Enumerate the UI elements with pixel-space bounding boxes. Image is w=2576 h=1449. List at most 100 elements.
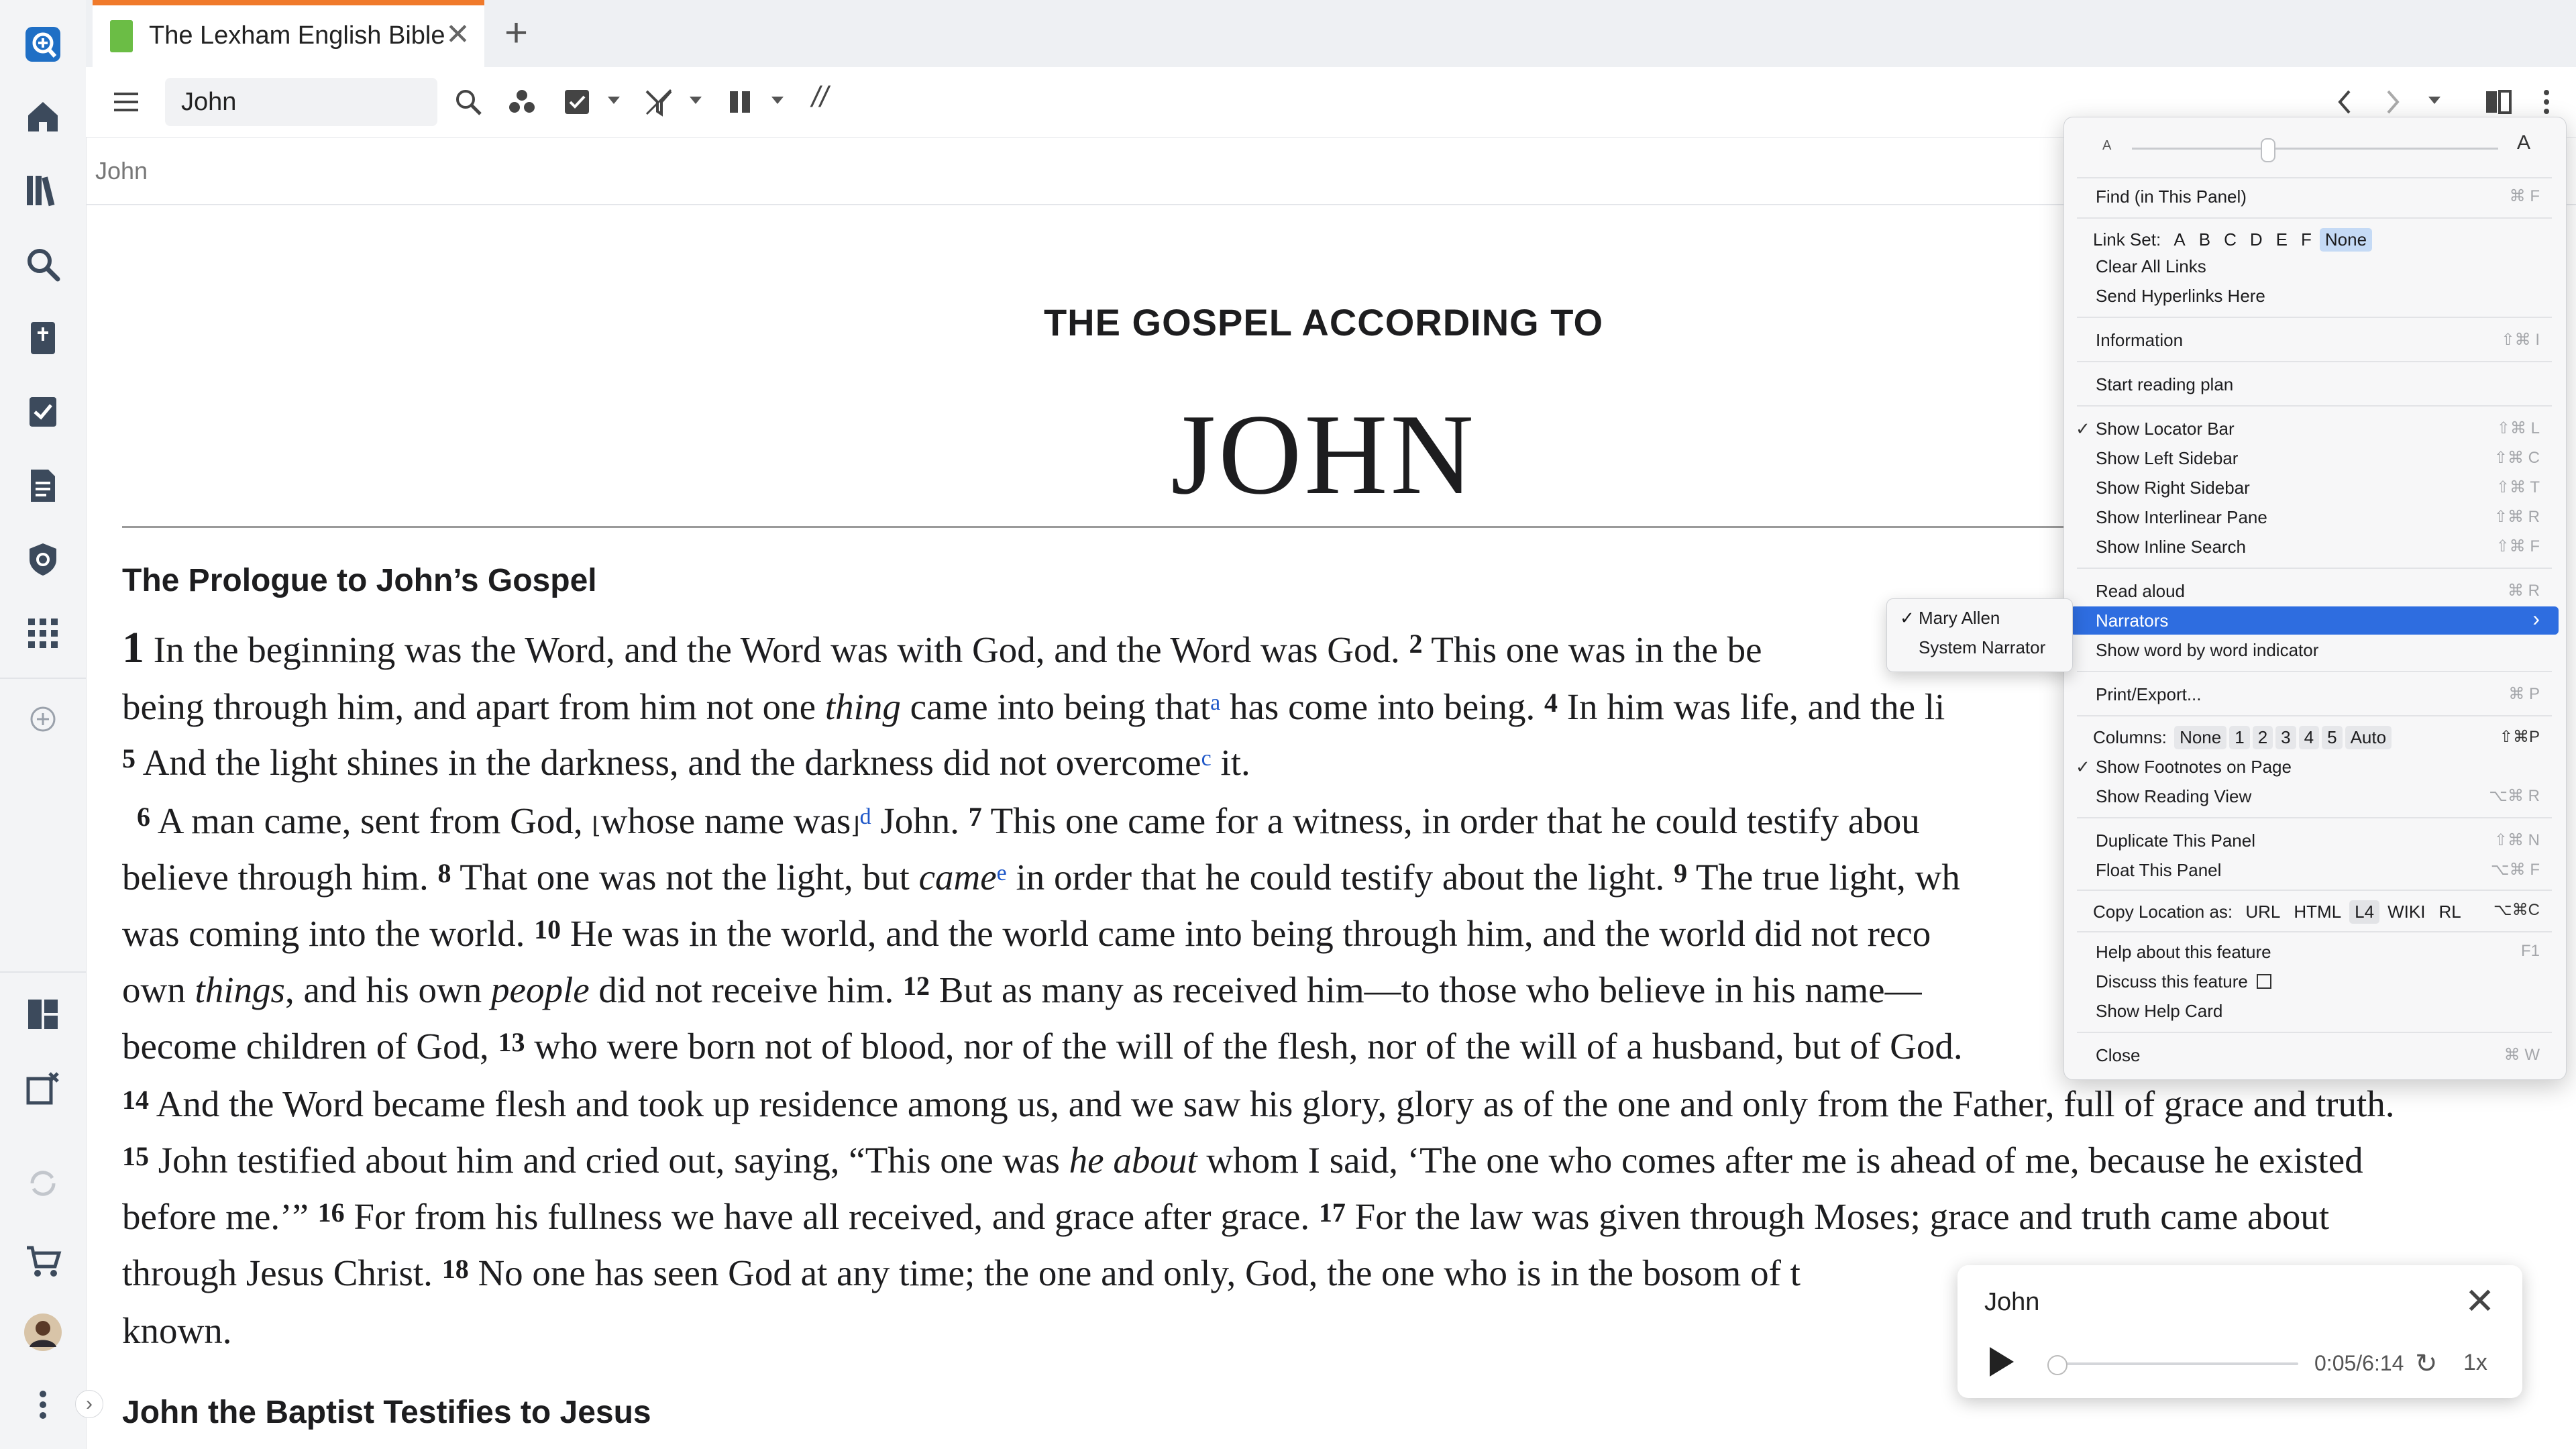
shield-icon[interactable]	[21, 538, 64, 581]
menu-read-aloud[interactable]: Read aloud	[2096, 581, 2185, 602]
chevron-down-icon[interactable]	[690, 97, 702, 104]
add-circle-icon[interactable]	[21, 698, 64, 741]
visual-filter-icon[interactable]	[502, 82, 542, 122]
link-set-option[interactable]: E	[2271, 228, 2293, 252]
verse-number[interactable]: 16	[318, 1197, 345, 1228]
footnote-marker[interactable]: c	[1201, 746, 1212, 771]
apps-grid-icon[interactable]	[21, 612, 64, 655]
link-set-option[interactable]: B	[2194, 228, 2216, 252]
verse-number[interactable]: 4	[1544, 688, 1558, 718]
copy-location-option[interactable]: WIKI	[2382, 900, 2430, 924]
verse-number[interactable]: 8	[437, 858, 451, 888]
columns-option[interactable]: 3	[2275, 726, 2296, 749]
highlight-icon[interactable]	[557, 82, 597, 122]
font-size-small-icon[interactable]: A	[2102, 138, 2111, 154]
narrator-option[interactable]: System Narrator	[1919, 637, 2045, 658]
menu-duplicate-panel[interactable]: Duplicate This Panel	[2096, 830, 2255, 851]
menu-help-feature[interactable]: Help about this feature	[2096, 942, 2271, 963]
new-tab-button[interactable]: +	[504, 9, 528, 56]
expand-rail-button[interactable]: ›	[75, 1390, 103, 1418]
history-chevron-icon[interactable]	[2428, 97, 2440, 104]
verse-number[interactable]: 6	[137, 802, 150, 832]
menu-narrators[interactable]: Narrators	[2096, 610, 2168, 631]
chapter-number[interactable]: 1	[122, 623, 144, 672]
footnote-marker[interactable]: d	[860, 804, 871, 829]
footnote-marker[interactable]: a	[1210, 690, 1220, 715]
verse-number[interactable]: 2	[1409, 629, 1422, 659]
library-icon[interactable]	[21, 169, 64, 212]
chevron-down-icon[interactable]	[771, 97, 784, 104]
logos-logo-icon[interactable]	[21, 23, 64, 66]
menu-locator-bar[interactable]: Show Locator Bar	[2096, 419, 2235, 439]
forward-icon[interactable]	[2372, 82, 2412, 122]
hamburger-menu-icon[interactable]	[106, 82, 146, 122]
chevron-down-icon[interactable]	[608, 97, 620, 104]
reference-input[interactable]: John	[165, 78, 437, 126]
verse-number[interactable]: 9	[1674, 858, 1687, 888]
verse-number[interactable]: 15	[122, 1141, 149, 1171]
copy-location-option[interactable]: RL	[2433, 900, 2466, 924]
menu-right-sidebar[interactable]: Show Right Sidebar	[2096, 478, 2250, 498]
search-icon[interactable]	[21, 243, 64, 286]
avatar[interactable]	[21, 1311, 64, 1354]
menu-inline-search[interactable]: Show Inline Search	[2096, 537, 2246, 557]
verse-number[interactable]: 17	[1319, 1197, 1346, 1228]
tab-lexham-english-bible[interactable]: The Lexham English Bible ✕	[93, 0, 484, 67]
menu-reading-plan[interactable]: Start reading plan	[2096, 374, 2233, 395]
verse-number[interactable]: 10	[534, 914, 561, 945]
menu-interlinear[interactable]: Show Interlinear Pane	[2096, 507, 2267, 528]
menu-reading-view[interactable]: Show Reading View	[2096, 786, 2251, 807]
columns-option[interactable]: 1	[2229, 726, 2250, 749]
font-size-slider[interactable]	[2132, 148, 2498, 150]
menu-close[interactable]: Close	[2096, 1045, 2140, 1066]
panel-menu-icon[interactable]	[2533, 82, 2560, 122]
narrator-option[interactable]: Mary Allen	[1919, 608, 2000, 629]
columns-option[interactable]: 5	[2322, 726, 2343, 749]
progress-track[interactable]	[2053, 1362, 2298, 1365]
link-set-option-selected[interactable]: None	[2319, 228, 2373, 252]
copy-location-option[interactable]: URL	[2240, 900, 2286, 924]
link-set-option[interactable]: A	[2168, 228, 2190, 252]
menu-print-export[interactable]: Print/Export...	[2096, 684, 2202, 705]
search-icon[interactable]	[448, 82, 488, 122]
menu-find[interactable]: Find (in This Panel)	[2096, 186, 2247, 207]
sync-icon[interactable]	[21, 1162, 64, 1205]
menu-word-indicator[interactable]: Show word by word indicator	[2096, 640, 2318, 661]
columns-option[interactable]: 4	[2298, 726, 2320, 749]
font-size-slider-handle[interactable]	[2261, 138, 2275, 162]
menu-footnotes[interactable]: Show Footnotes on Page	[2096, 757, 2292, 777]
back-icon[interactable]	[2325, 82, 2365, 122]
replay-icon[interactable]: ↻	[2415, 1348, 2438, 1379]
font-size-large-icon[interactable]: A	[2517, 131, 2530, 154]
verse-number[interactable]: 18	[442, 1254, 469, 1284]
link-set-option[interactable]: C	[2218, 228, 2242, 252]
split-view-icon[interactable]	[2478, 82, 2518, 122]
footnote-marker[interactable]: e	[997, 861, 1007, 885]
play-icon[interactable]	[1990, 1347, 2014, 1377]
speed-button[interactable]: 1x	[2463, 1350, 2487, 1376]
copy-location-option-selected[interactable]: L4	[2349, 900, 2380, 924]
progress-handle[interactable]	[2047, 1355, 2068, 1375]
verse-number[interactable]: 7	[969, 802, 982, 832]
columns-option[interactable]: 2	[2252, 726, 2273, 749]
close-icon[interactable]: ✕	[2465, 1280, 2495, 1322]
columns-option[interactable]: None	[2174, 726, 2227, 749]
verse-number[interactable]: 13	[498, 1027, 525, 1057]
menu-help-card[interactable]: Show Help Card	[2096, 1001, 2222, 1022]
verse-number[interactable]: 14	[122, 1085, 149, 1115]
more-vertical-icon[interactable]	[21, 1383, 64, 1426]
parallel-passages-icon[interactable]: //	[812, 80, 828, 114]
close-icon[interactable]: ✕	[445, 17, 470, 52]
link-set-option[interactable]: F	[2296, 228, 2317, 252]
link-set-option[interactable]: D	[2245, 228, 2268, 252]
inline-filter-icon[interactable]	[639, 82, 679, 122]
copy-location-option[interactable]: HTML	[2288, 900, 2347, 924]
cart-icon[interactable]	[21, 1240, 64, 1283]
layouts-icon[interactable]	[21, 993, 64, 1036]
home-icon[interactable]	[21, 95, 64, 138]
verse-number[interactable]: 5	[122, 743, 136, 773]
menu-send-hyperlinks[interactable]: Send Hyperlinks Here	[2096, 286, 2265, 307]
verse-number[interactable]: 12	[903, 971, 930, 1001]
menu-clear-links[interactable]: Clear All Links	[2096, 256, 2206, 277]
menu-left-sidebar[interactable]: Show Left Sidebar	[2096, 448, 2238, 469]
